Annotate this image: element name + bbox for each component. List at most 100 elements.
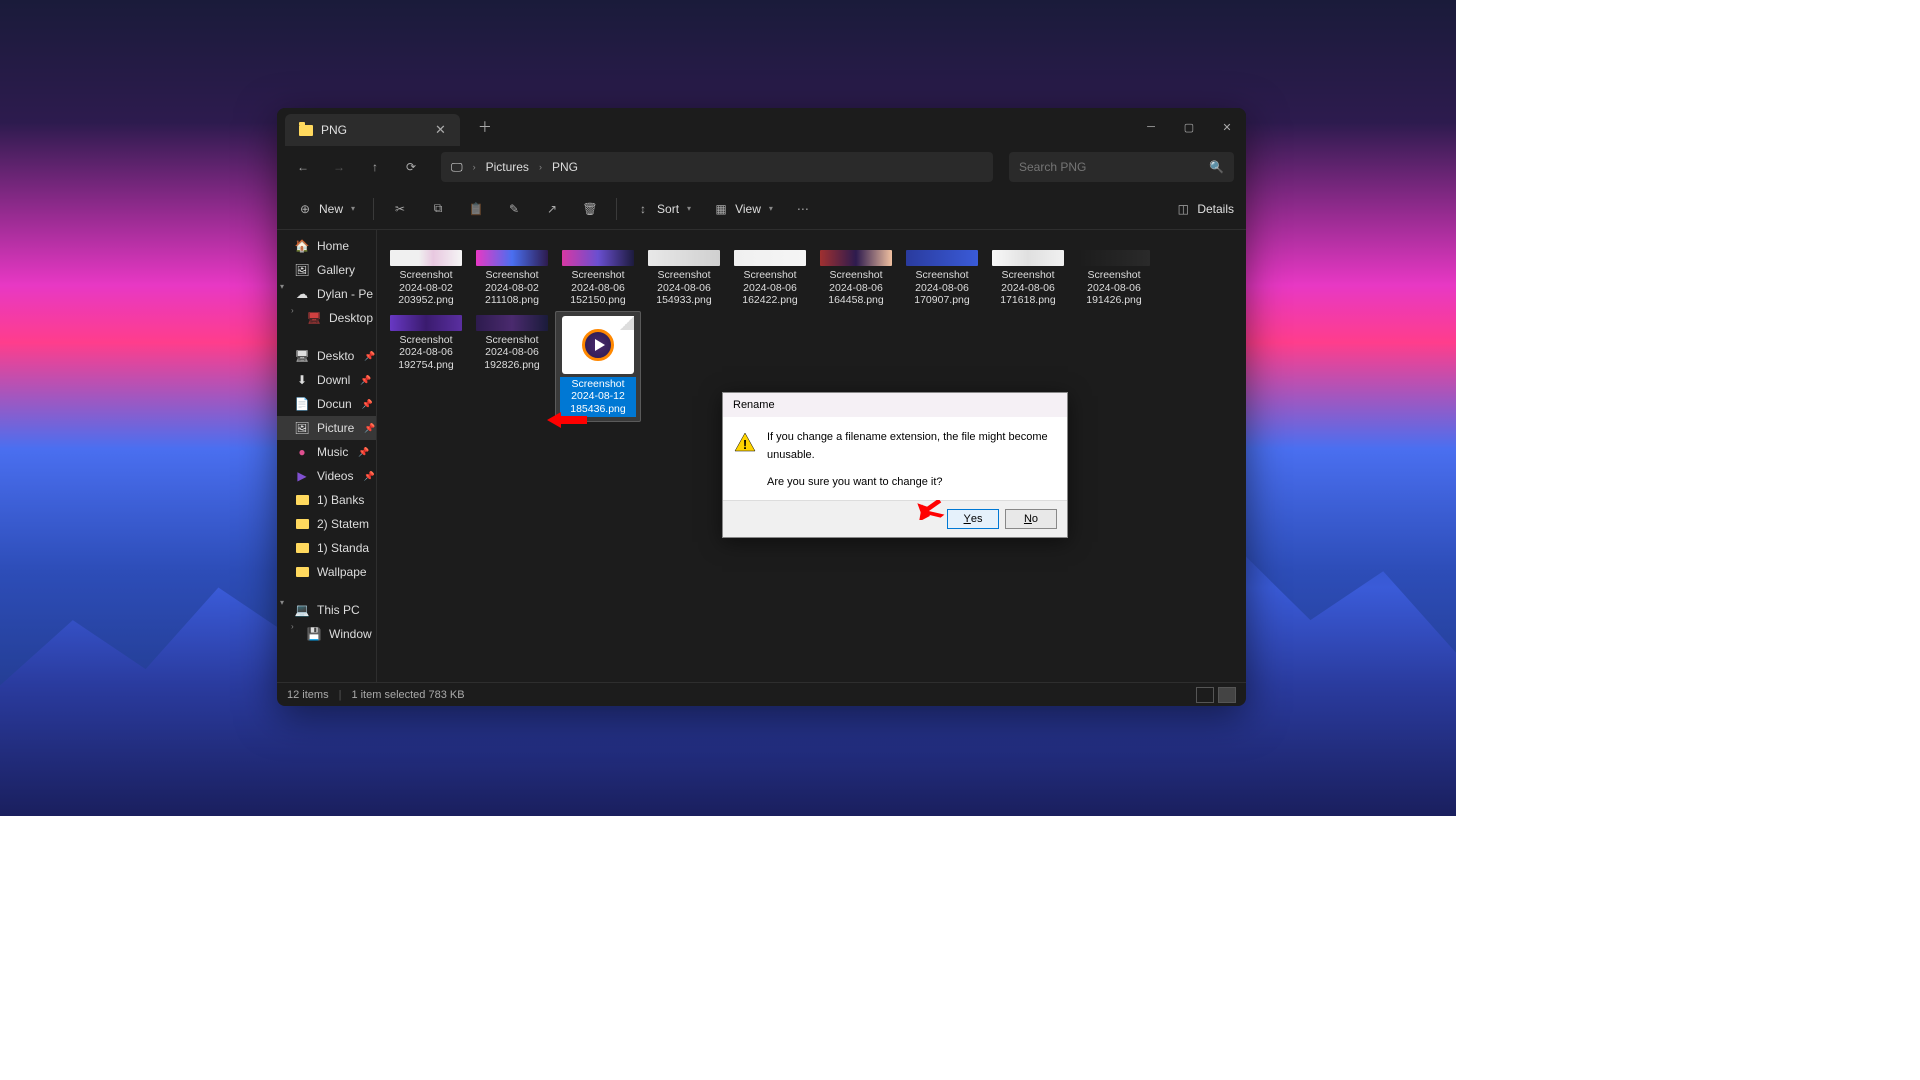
folder-icon (295, 565, 309, 579)
file-item[interactable]: Screenshot 2024-08-06 164458.png (813, 246, 899, 311)
file-name: Screenshot 2024-08-06 152150.png (559, 269, 637, 307)
item-count: 12 items (287, 689, 329, 701)
file-item[interactable]: Screenshot 2024-08-06 192826.png (469, 311, 555, 422)
titlebar[interactable]: PNG ✕ ＋ ─ ▢ ✕ (277, 108, 1246, 146)
document-icon: 📄 (295, 397, 309, 411)
pin-icon: 📌 (364, 423, 375, 434)
view-button[interactable]: ▦ View ▾ (705, 196, 781, 222)
view-label: View (735, 202, 761, 216)
up-button[interactable]: ↑ (361, 153, 389, 181)
paste-icon: 📋 (468, 201, 484, 217)
file-thumbnail (562, 250, 634, 266)
view-mode-buttons (1196, 687, 1236, 703)
file-thumbnail (1078, 250, 1150, 266)
maximize-button[interactable]: ▢ (1170, 111, 1208, 143)
file-name: Screenshot 2024-08-06 192754.png (387, 334, 465, 372)
sidebar-item-folder[interactable]: Wallpape (277, 560, 376, 584)
sidebar-item-downloads[interactable]: ⬇Downl📌 (277, 368, 376, 392)
thumbnails-view-button[interactable] (1218, 687, 1236, 703)
sidebar-item-pictures[interactable]: 🖼Picture📌 (277, 416, 376, 440)
sidebar-item-home[interactable]: 🏠Home (277, 234, 376, 258)
breadcrumb-pictures[interactable]: Pictures (486, 160, 529, 174)
file-item[interactable]: Screenshot 2024-08-06 191426.png (1071, 246, 1157, 311)
sidebar-item-documents[interactable]: 📄Docun📌 (277, 392, 376, 416)
tab-close-button[interactable]: ✕ (435, 122, 446, 138)
breadcrumb-png[interactable]: PNG (552, 160, 578, 174)
close-button[interactable]: ✕ (1208, 111, 1246, 143)
chevron-down-icon[interactable]: ▾ (280, 598, 284, 607)
file-item[interactable]: Screenshot 2024-08-06 154933.png (641, 246, 727, 311)
file-thumbnail (390, 250, 462, 266)
file-item[interactable]: Screenshot 2024-08-06 170907.png (899, 246, 985, 311)
file-item[interactable]: Screenshot 2024-08-06 192754.png (383, 311, 469, 422)
search-input[interactable] (1019, 160, 1209, 174)
share-button[interactable]: ↗ (536, 196, 568, 222)
home-icon: 🏠 (295, 239, 309, 253)
file-item[interactable]: Screenshot 2024-08-02 211108.png (469, 246, 555, 311)
minimize-button[interactable]: ─ (1132, 111, 1170, 143)
tab-png[interactable]: PNG ✕ (285, 114, 460, 146)
svg-text:!: ! (743, 437, 747, 452)
file-name: Screenshot 2024-08-06 154933.png (645, 269, 723, 307)
chevron-down-icon[interactable]: ▾ (280, 282, 284, 291)
file-thumbnail (734, 250, 806, 266)
sidebar-item-music[interactable]: ●Music📌 (277, 440, 376, 464)
rename-button[interactable]: ✎ (498, 196, 530, 222)
dialog-footer: Yes No (723, 500, 1067, 537)
file-item[interactable]: Screenshot 2024-08-02 203952.png (383, 246, 469, 311)
forward-button[interactable]: → (325, 153, 353, 181)
chevron-right-icon[interactable]: › (291, 306, 294, 315)
cloud-icon: ☁ (295, 287, 309, 301)
sort-icon: ↕ (635, 201, 651, 217)
file-item[interactable]: Screenshot 2024-08-06 152150.png (555, 246, 641, 311)
sidebar-label: 1) Standa (317, 541, 369, 555)
file-thumbnail (992, 250, 1064, 266)
paste-button[interactable]: 📋 (460, 196, 492, 222)
new-button[interactable]: ⊕ New ▾ (289, 196, 363, 222)
address-bar[interactable]: 🖵 › Pictures › PNG (441, 152, 993, 182)
cut-button[interactable]: ✂ (384, 196, 416, 222)
refresh-button[interactable]: ⟳ (397, 153, 425, 181)
back-button[interactable]: ← (289, 153, 317, 181)
plus-circle-icon: ⊕ (297, 201, 313, 217)
separator: | (339, 689, 342, 701)
no-button[interactable]: No (1005, 509, 1057, 529)
command-toolbar: ⊕ New ▾ ✂ ⧉ 📋 ✎ ↗ 🗑 ↕ Sort ▾ ▦ View ▾ ⋯ … (277, 188, 1246, 230)
more-button[interactable]: ⋯ (787, 196, 819, 222)
folder-icon (299, 125, 313, 136)
sidebar-item-desktop[interactable]: 🖥Deskto📌 (277, 344, 376, 368)
delete-button[interactable]: 🗑 (574, 196, 606, 222)
search-box[interactable]: 🔍 (1009, 152, 1234, 182)
file-name: Screenshot 2024-08-06 192826.png (473, 334, 551, 372)
sidebar-item-folder[interactable]: 1) Standa (277, 536, 376, 560)
new-tab-button[interactable]: ＋ (478, 117, 492, 137)
download-icon: ⬇ (295, 373, 309, 387)
file-item[interactable]: Screenshot 2024-08-06 171618.png (985, 246, 1071, 311)
sidebar-item-thispc[interactable]: 💻This PC (277, 598, 376, 622)
chevron-right-icon[interactable]: › (291, 622, 294, 631)
sidebar-item-folder[interactable]: 2) Statem (277, 512, 376, 536)
dots-icon: ⋯ (795, 201, 811, 217)
yes-button[interactable]: Yes (947, 509, 999, 529)
details-view-button[interactable] (1196, 687, 1214, 703)
details-button[interactable]: ◫ Details (1175, 201, 1234, 217)
separator (616, 198, 617, 220)
file-item[interactable]: Screenshot 2024-08-06 162422.png (727, 246, 813, 311)
desktop-icon: 🖥 (295, 349, 309, 363)
folder-icon (295, 541, 309, 555)
file-name: Screenshot 2024-08-06 164458.png (817, 269, 895, 307)
file-item-selected[interactable]: Screenshot 2024-08-12 185436.png (555, 311, 641, 422)
copy-button[interactable]: ⧉ (422, 196, 454, 222)
folder-icon (295, 517, 309, 531)
dialog-message: If you change a filename extension, the … (767, 429, 1057, 492)
sidebar-label: Desktop (329, 311, 373, 325)
sidebar-label: Videos (317, 469, 353, 483)
file-thumbnail (906, 250, 978, 266)
sort-button[interactable]: ↕ Sort ▾ (627, 196, 699, 222)
pc-icon: 💻 (295, 603, 309, 617)
sidebar-item-onedrive[interactable]: ☁Dylan - Pe (277, 282, 376, 306)
sidebar-item-gallery[interactable]: 🖼Gallery (277, 258, 376, 282)
sidebar-item-videos[interactable]: ▶Videos📌 (277, 464, 376, 488)
sidebar-label: Gallery (317, 263, 355, 277)
sidebar-item-folder[interactable]: 1) Banks (277, 488, 376, 512)
